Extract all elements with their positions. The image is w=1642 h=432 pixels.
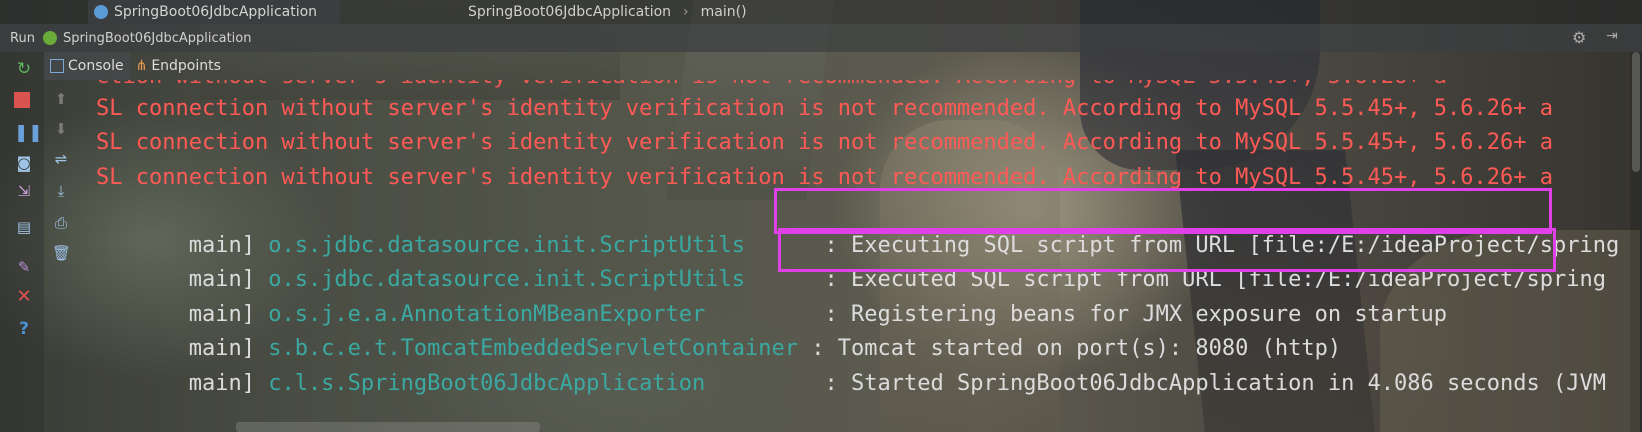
hide-panel-icon[interactable]: ⇥ — [1606, 28, 1624, 46]
scroll-to-end-icon[interactable]: ⤓ — [52, 182, 70, 200]
editor-tab[interactable]: SpringBoot06JdbcApplication — [88, 0, 340, 24]
trash-icon[interactable]: 🗑 — [52, 244, 71, 262]
run-config-name[interactable]: SpringBoot06JdbcApplication — [63, 31, 252, 46]
horizontal-scrollbar[interactable] — [236, 422, 540, 432]
console-log-line: main] s.b.c.e.t.TomcatEmbeddedServletCon… — [96, 298, 1341, 361]
pause-icon[interactable]: ❚❚ — [14, 124, 43, 142]
gear-icon[interactable]: ⚙ — [1572, 28, 1590, 47]
breadcrumb: SpringBoot06JdbcApplication › main() — [468, 0, 747, 24]
soft-wrap-icon[interactable]: ⇌ — [52, 150, 70, 168]
console-log-line: main] c.l.s.SpringBoot06JdbcApplication … — [96, 333, 1606, 396]
log-logger: c.l.s.SpringBoot06JdbcApplication — [268, 371, 812, 396]
run-tabs: Console ⋔ Endpoints — [44, 52, 227, 80]
log-message: : Started SpringBoot06JdbcApplication in… — [811, 371, 1606, 396]
breadcrumb-method[interactable]: main() — [701, 4, 747, 20]
chevron-right-icon: › — [683, 4, 689, 20]
editor-tab-bar: SpringBoot06JdbcApplication SpringBoot06… — [0, 0, 1642, 24]
pin-icon[interactable]: ✎ — [12, 258, 36, 276]
endpoints-icon: ⋔ — [135, 58, 148, 74]
tab-console[interactable]: Console — [44, 52, 130, 80]
run-tool-window-header: Run SpringBoot06JdbcApplication ⚙ ⇥ — [0, 24, 1642, 52]
run-toolbar: ↻ ❚❚ ◙ ⇲ ▤ ✎ ✕ ? — [0, 52, 44, 432]
console-icon — [50, 59, 64, 73]
log-thread: main] — [148, 371, 269, 396]
spring-boot-icon — [42, 31, 57, 45]
java-class-icon — [94, 5, 108, 19]
run-label: Run — [10, 30, 35, 46]
up-arrow-icon[interactable]: ⬆ — [52, 90, 70, 108]
rerun-icon[interactable]: ↻ — [12, 60, 36, 78]
down-arrow-icon[interactable]: ⬇ — [52, 120, 70, 138]
console-warning-line: SL connection without server's identity … — [96, 96, 1553, 121]
layout-icon[interactable]: ▤ — [12, 218, 36, 236]
breadcrumb-class[interactable]: SpringBoot06JdbcApplication — [468, 4, 671, 20]
camera-icon[interactable]: ◙ — [12, 154, 36, 172]
console-toolbar: ⬆ ⬇ ⇌ ⤓ ⎙ 🗑 — [44, 80, 78, 432]
tab-endpoints-label: Endpoints — [151, 58, 221, 74]
highlight-box-executed — [778, 228, 1556, 272]
tab-console-label: Console — [68, 58, 124, 74]
editor-tab-label: SpringBoot06JdbcApplication — [114, 4, 318, 20]
exit-icon[interactable]: ⇲ — [12, 182, 36, 200]
vertical-scrollbar[interactable] — [1630, 52, 1642, 432]
console-warning-line: SL connection without server's identity … — [96, 130, 1553, 155]
stop-icon[interactable] — [14, 92, 30, 108]
scrollbar-thumb[interactable] — [1632, 52, 1640, 172]
tab-endpoints[interactable]: ⋔ Endpoints — [130, 52, 227, 80]
help-icon[interactable]: ? — [12, 320, 36, 338]
print-icon[interactable]: ⎙ — [52, 214, 70, 232]
close-icon[interactable]: ✕ — [12, 288, 36, 306]
